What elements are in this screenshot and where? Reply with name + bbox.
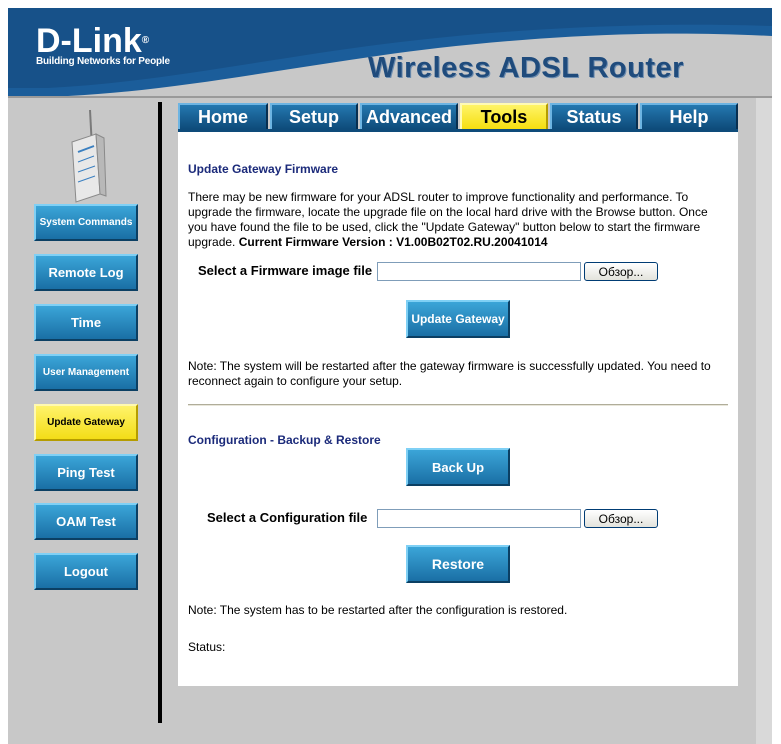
browse-label: Обзор... xyxy=(598,264,644,279)
sidebar-item-remote-log[interactable]: Remote Log xyxy=(34,254,138,291)
restore-button[interactable]: Restore xyxy=(406,545,510,583)
sidebar-item-logout[interactable]: Logout xyxy=(34,553,138,590)
sidebar-divider xyxy=(158,102,162,723)
tab-status[interactable]: Status xyxy=(550,103,638,129)
config-browse-button[interactable]: Обзор... xyxy=(584,509,658,528)
config-section-title: Configuration - Backup & Restore xyxy=(188,433,381,447)
sidebar-item-label: User Management xyxy=(42,367,130,378)
brand-tagline: Building Networks for People xyxy=(36,56,170,67)
sidebar-item-label: Logout xyxy=(63,564,109,579)
tab-label: Tools xyxy=(480,106,528,127)
update-gateway-button[interactable]: Update Gateway xyxy=(406,300,510,338)
firmware-version-label: Current Firmware Version : xyxy=(238,235,393,249)
brand-name: D-Link xyxy=(36,22,142,60)
sidebar-item-label: Remote Log xyxy=(48,265,124,280)
sidebar-item-label: OAM Test xyxy=(56,514,116,529)
tab-help[interactable]: Help xyxy=(640,103,738,129)
tab-label: Setup xyxy=(288,106,339,127)
sidebar-item-label: Ping Test xyxy=(57,465,115,480)
browse-label: Обзор... xyxy=(598,511,644,526)
config-file-input[interactable] xyxy=(377,509,581,528)
firmware-note: Note: The system will be restarted after… xyxy=(188,359,711,388)
router-device-icon xyxy=(71,109,107,203)
config-note: Note: The system has to be restarted aft… xyxy=(188,603,568,617)
registered-mark: ® xyxy=(141,35,150,46)
firmware-description: There may be new firmware for your ADSL … xyxy=(188,190,728,250)
sidebar-item-label: Update Gateway xyxy=(47,417,125,428)
status-label: Status: xyxy=(188,640,226,654)
sidebar-item-label: System Commands xyxy=(39,217,133,228)
tab-label: Home xyxy=(197,106,248,127)
firmware-browse-button[interactable]: Обзор... xyxy=(584,262,658,281)
tab-label: Help xyxy=(669,106,709,127)
restore-label: Restore xyxy=(431,556,485,572)
section-divider xyxy=(188,404,728,406)
right-margin xyxy=(756,98,772,744)
tab-home[interactable]: Home xyxy=(178,103,268,129)
body-area: System Commands Remote Log Time User Man… xyxy=(8,98,772,744)
firmware-file-label: Select a Firmware image file xyxy=(198,263,373,278)
page: D-Link® Building Networks for People Wir… xyxy=(0,0,781,744)
backup-label: Back Up xyxy=(431,459,485,475)
firmware-version-value: V1.00B02T02.RU.20041014 xyxy=(396,235,548,249)
tab-label: Advanced xyxy=(365,106,453,127)
sidebar-item-update-gateway[interactable]: Update Gateway xyxy=(34,404,138,441)
sidebar-item-label: Time xyxy=(70,315,102,330)
header-banner: D-Link® Building Networks for People Wir… xyxy=(8,8,772,98)
sidebar-item-time[interactable]: Time xyxy=(34,304,138,341)
main-content: Update Gateway Firmware There may be new… xyxy=(178,132,738,686)
tab-tools[interactable]: Tools xyxy=(460,103,548,129)
firmware-file-input[interactable] xyxy=(377,262,581,281)
sidebar-item-oam-test[interactable]: OAM Test xyxy=(34,503,138,540)
product-title: Wireless ADSL Router xyxy=(368,52,684,84)
firmware-section-title: Update Gateway Firmware xyxy=(188,162,339,176)
sidebar-item-user-management[interactable]: User Management xyxy=(34,354,138,391)
sidebar-item-ping-test[interactable]: Ping Test xyxy=(34,454,138,491)
sidebar-item-system-commands[interactable]: System Commands xyxy=(34,204,138,241)
backup-button[interactable]: Back Up xyxy=(406,448,510,486)
tab-advanced[interactable]: Advanced xyxy=(360,103,458,129)
config-file-label: Select a Configuration file xyxy=(207,510,368,525)
tab-setup[interactable]: Setup xyxy=(270,103,358,129)
tab-label: Status xyxy=(566,106,622,127)
update-gateway-label: Update Gateway xyxy=(411,312,505,326)
dlink-logo: D-Link® Building Networks for People xyxy=(36,24,170,68)
